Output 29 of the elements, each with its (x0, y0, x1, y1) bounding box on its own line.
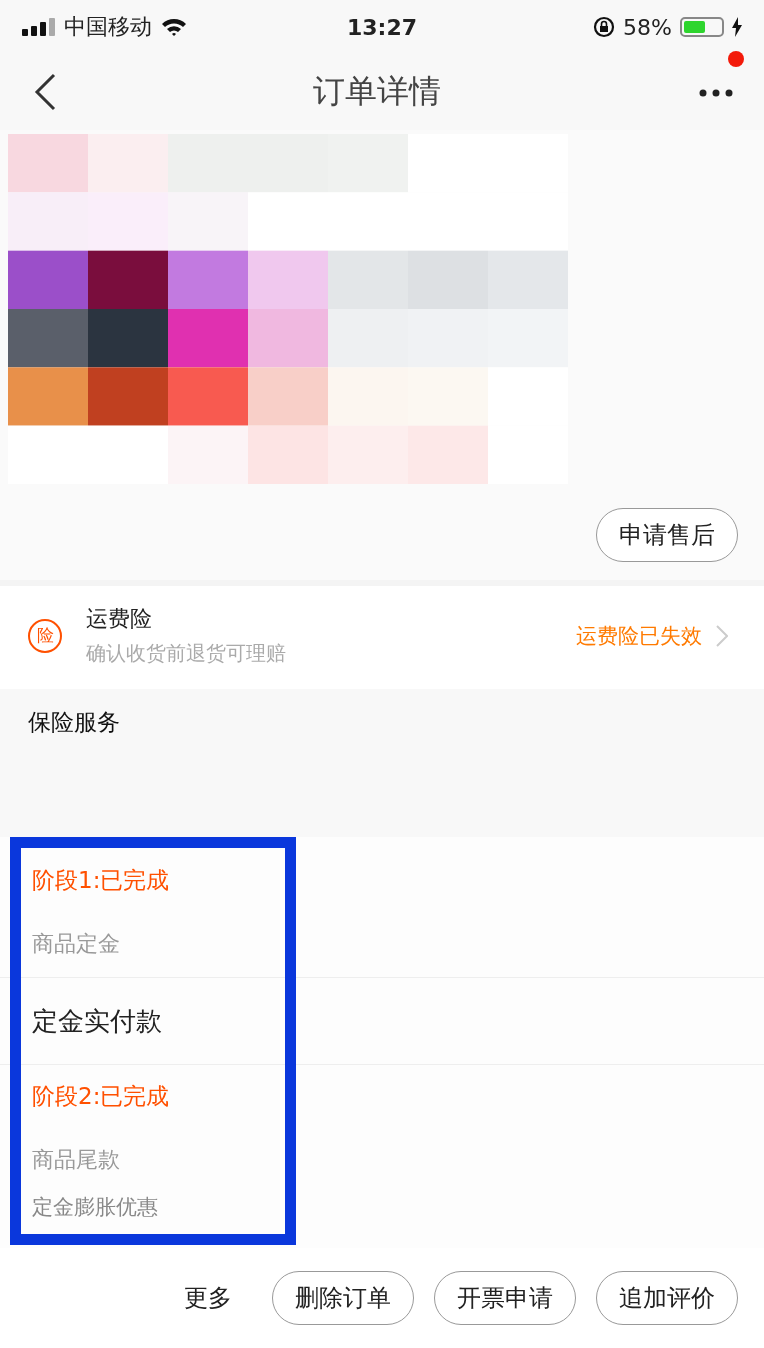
back-icon[interactable] (34, 73, 56, 111)
chevron-right-icon (716, 624, 728, 647)
insurance-status: 运费险已失效 (576, 622, 702, 650)
battery-icon (680, 17, 724, 37)
charging-bolt-icon (732, 17, 742, 37)
clock-time: 13:27 (347, 14, 417, 40)
more-link[interactable]: 更多 (184, 1282, 232, 1314)
page-title: 订单详情 (313, 71, 441, 112)
shipping-insurance-row[interactable]: 险 运费险 确认收货前退货可理赔 运费险已失效 (0, 586, 764, 689)
insurance-subtitle: 确认收货前退货可理赔 (86, 640, 287, 667)
battery-percent: 58% (623, 14, 672, 40)
insurance-title: 运费险 (86, 605, 153, 633)
payment-label: 阶段1:已完成 (32, 865, 170, 895)
signal-icon (22, 18, 56, 36)
wifi-icon (160, 17, 188, 37)
rotation-lock-icon (593, 16, 616, 38)
insurance-icon: 险 (28, 618, 62, 653)
carrier-name: 中国移动 (64, 13, 152, 41)
payment-label: 定金膨胀优惠 (32, 1194, 158, 1221)
order-action-button[interactable]: 删除订单 (272, 1271, 414, 1325)
order-action-button[interactable]: 追加评价 (596, 1271, 738, 1325)
section-title: 保险服务 (28, 709, 120, 735)
payment-label: 定金实付款 (32, 1004, 162, 1038)
more-menu-icon[interactable] (698, 87, 734, 98)
after-sale-button[interactable]: 申请售后 (596, 508, 738, 562)
order-action-button[interactable]: 开票申请 (434, 1271, 576, 1325)
payment-label: 商品尾款 (32, 1146, 120, 1174)
payment-label: 阶段2:已完成 (32, 1081, 170, 1111)
payment-label: 商品定金 (32, 930, 120, 958)
